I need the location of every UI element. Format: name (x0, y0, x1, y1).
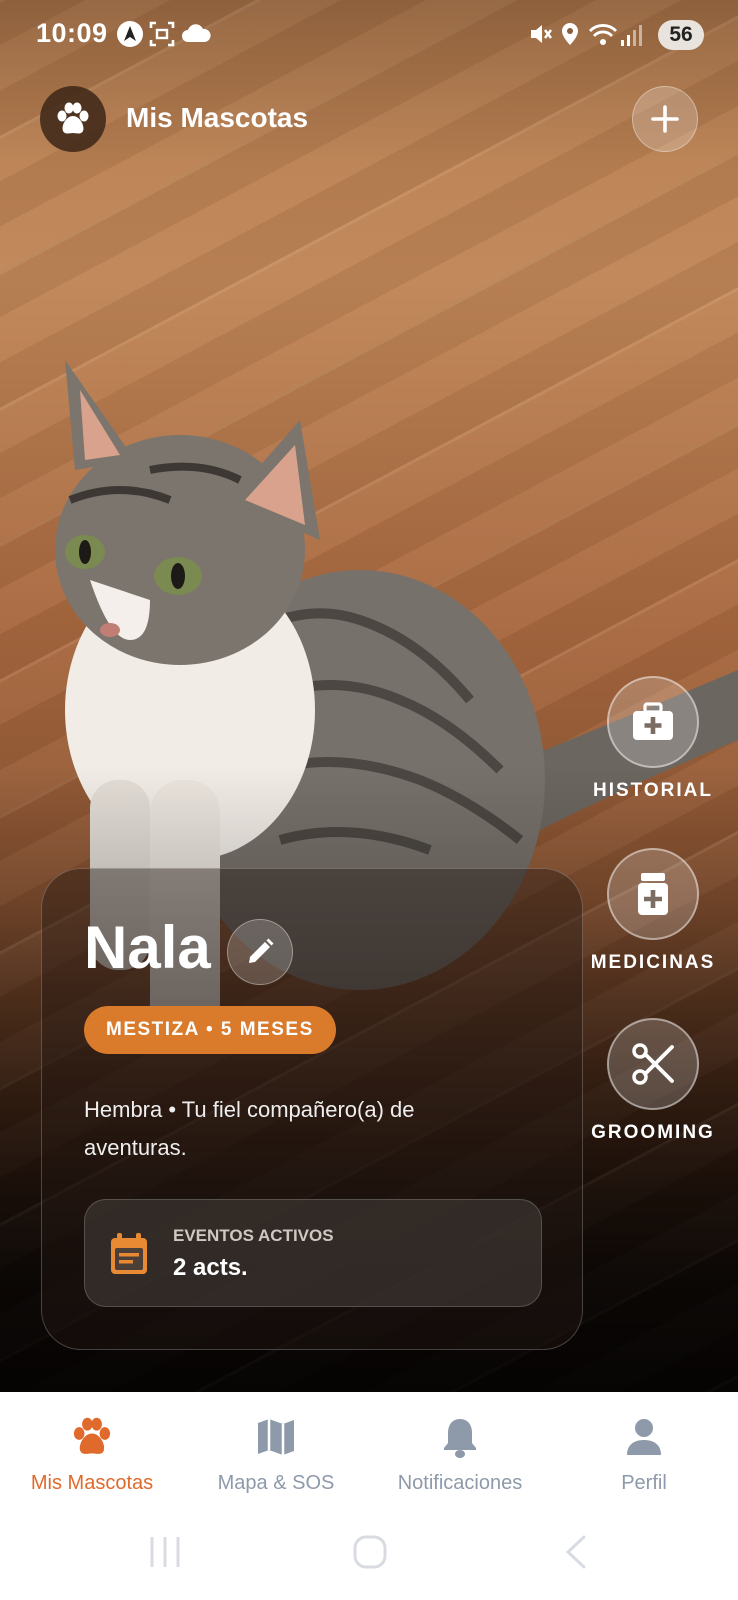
nav-mis-mascotas[interactable]: Mis Mascotas (0, 1414, 184, 1495)
bell-icon (444, 1419, 476, 1458)
add-pet-button[interactable] (632, 86, 698, 152)
cloud-icon (182, 24, 211, 42)
active-events-box[interactable]: EVENTOS ACTIVOS 2 acts. (84, 1199, 542, 1307)
app-logo (40, 86, 106, 152)
medicinas-circle[interactable] (607, 848, 699, 940)
edit-pet-button[interactable] (227, 919, 293, 985)
breed-age-badge: MESTIZA • 5 MESES (84, 1006, 336, 1054)
pet-card: Nala MESTIZA • 5 MESES Hembra • Tu fiel … (41, 868, 583, 1350)
back-icon[interactable] (562, 1534, 590, 1570)
nav-perfil[interactable]: Perfil (552, 1414, 736, 1495)
map-icon (258, 1419, 294, 1455)
wifi-icon (588, 24, 618, 45)
nav-label: Mapa & SOS (217, 1472, 335, 1494)
status-time: 10:09 (36, 18, 108, 48)
paw-icon (73, 1417, 111, 1454)
navigation-app-icon (117, 21, 143, 47)
nav-label: Notificaciones (397, 1472, 523, 1494)
mute-icon (531, 25, 552, 43)
events-value: 2 acts. (173, 1254, 248, 1281)
medicinas-label: MEDICINAS (590, 952, 716, 973)
historial-label: HISTORIAL (592, 780, 714, 801)
pencil-icon (249, 938, 274, 963)
battery-badge: 56 (658, 20, 704, 50)
plus-icon (651, 105, 679, 133)
nav-label: Mis Mascotas (30, 1472, 154, 1494)
nav-notificaciones[interactable]: Notificaciones (368, 1414, 552, 1495)
page-title: Mis Mascotas (126, 102, 309, 133)
nav-label: Perfil (621, 1472, 667, 1494)
medicinas-button[interactable]: MEDICINAS (588, 848, 718, 974)
person-icon (627, 1419, 661, 1455)
pet-name: Nala (84, 914, 211, 981)
grooming-button[interactable]: GROOMING (588, 1018, 718, 1144)
status-bar: 10:09 56 (0, 0, 738, 72)
screenshot-icon (149, 21, 175, 47)
historial-button[interactable]: HISTORIAL (588, 676, 718, 802)
signal-icon (621, 25, 642, 46)
medical-kit-icon (633, 702, 673, 740)
calendar-icon (111, 1233, 147, 1274)
top-header: Mis Mascotas (0, 84, 738, 154)
events-label: EVENTOS ACTIVOS (173, 1226, 334, 1245)
nav-mapa-sos[interactable]: Mapa & SOS (184, 1414, 368, 1495)
recent-apps-icon[interactable] (148, 1534, 182, 1570)
pet-description: Hembra • Tu fiel compañero(a) de aventur… (84, 1097, 415, 1160)
grooming-circle[interactable] (607, 1018, 699, 1110)
home-icon[interactable] (352, 1534, 388, 1570)
historial-circle[interactable] (607, 676, 699, 768)
medicine-bottle-icon (638, 873, 668, 915)
grooming-label: GROOMING (591, 1122, 715, 1143)
system-navigation-bar (0, 1512, 738, 1600)
location-icon (562, 23, 578, 45)
paw-icon (57, 102, 89, 134)
bottom-navigation: Mis Mascotas Mapa & SOS Notificaciones P… (0, 1392, 738, 1512)
scissors-icon (632, 1043, 674, 1085)
